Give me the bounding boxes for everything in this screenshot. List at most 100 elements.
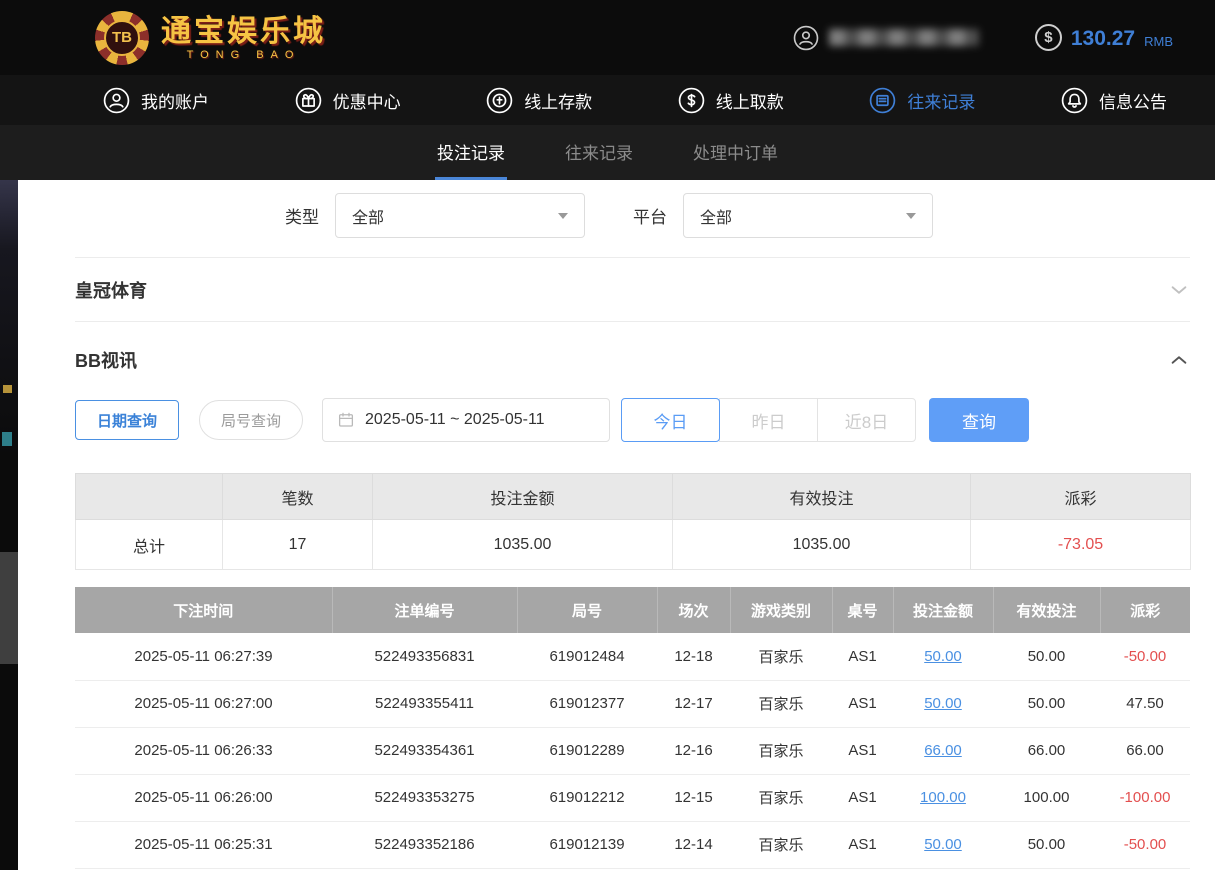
today-button[interactable]: 今日 — [621, 398, 720, 442]
platform-filter-label: 平台 — [633, 203, 667, 228]
summary-header-count: 笔数 — [223, 474, 373, 520]
strip-fragment — [3, 385, 12, 393]
cell-payout: 66.00 — [1100, 727, 1190, 774]
last-8-days-button[interactable]: 近8日 — [817, 398, 916, 442]
cell-bet: 100.00 — [893, 774, 993, 821]
cell-game: 百家乐 — [730, 633, 832, 680]
nav-label: 信息公告 — [1099, 88, 1167, 113]
search-button[interactable]: 查询 — [929, 398, 1029, 442]
cell-table-no: AS1 — [832, 821, 893, 868]
bet-amount-link[interactable]: 50.00 — [924, 648, 962, 665]
summary-bet-amount: 1035.00 — [373, 520, 673, 570]
bet-amount-link[interactable]: 66.00 — [924, 742, 962, 759]
summary-total-row: 总计 17 1035.00 1035.00 -73.05 — [76, 520, 1191, 570]
site-logo[interactable]: TB 通宝娱乐城 TONG BAO — [95, 11, 326, 65]
date-range-input[interactable]: 2025-05-11 ~ 2025-05-11 — [322, 398, 610, 442]
nav-item-promotions[interactable]: 优惠中心 — [295, 87, 401, 114]
table-row: 2025-05-11 06:27:39 522493356831 6190124… — [75, 633, 1190, 680]
nav-item-account[interactable]: 我的账户 — [103, 87, 209, 114]
bet-records-table: 下注时间 注单编号 局号 场次 游戏类别 桌号 投注金额 有效投注 派彩 202… — [75, 587, 1190, 869]
sub-tab-bar: 投注记录 往来记录 处理中订单 — [0, 125, 1215, 180]
type-filter-select[interactable]: 全部 — [335, 193, 585, 238]
cell-table-no: AS1 — [832, 633, 893, 680]
date-query-button[interactable]: 日期查询 — [75, 400, 179, 440]
cell-game: 百家乐 — [730, 727, 832, 774]
main-nav: 我的账户 优惠中心 线上存款 线上取款 往来记录 信息公告 — [0, 75, 1215, 125]
cell-time: 2025-05-11 06:27:00 — [75, 680, 332, 727]
nav-item-records[interactable]: 往来记录 — [869, 87, 975, 114]
bet-amount-link[interactable]: 50.00 — [924, 695, 962, 712]
col-bet-id: 注单编号 — [332, 587, 517, 633]
balance-currency: RMB — [1144, 34, 1173, 51]
nav-item-announcements[interactable]: 信息公告 — [1061, 87, 1167, 114]
section-title: 皇冠体育 — [75, 277, 147, 303]
cell-valid: 100.00 — [993, 774, 1100, 821]
cell-time: 2025-05-11 06:27:39 — [75, 633, 332, 680]
cell-payout: 47.50 — [1100, 680, 1190, 727]
cell-bet-id: 522493354361 — [332, 727, 517, 774]
summary-header-empty — [76, 474, 223, 520]
cell-round: 619012212 — [517, 774, 657, 821]
background-image-strip — [0, 180, 18, 870]
withdraw-coin-icon — [678, 87, 705, 114]
cell-bet: 50.00 — [893, 680, 993, 727]
cell-session: 12-18 — [657, 633, 730, 680]
round-query-button[interactable]: 局号查询 — [199, 400, 303, 440]
nav-item-withdraw[interactable]: 线上取款 — [678, 87, 784, 114]
col-valid-bet: 有效投注 — [993, 587, 1100, 633]
cell-time: 2025-05-11 06:26:33 — [75, 727, 332, 774]
records-icon — [869, 87, 896, 114]
user-avatar-icon — [793, 25, 819, 51]
cell-round: 619012377 — [517, 680, 657, 727]
section-crown-sports[interactable]: 皇冠体育 — [75, 257, 1190, 321]
cell-bet-id: 522493355411 — [332, 680, 517, 727]
chevron-down-icon — [906, 213, 916, 219]
cell-session: 12-16 — [657, 727, 730, 774]
cell-valid: 50.00 — [993, 680, 1100, 727]
summary-valid-bet: 1035.00 — [673, 520, 971, 570]
col-game-type: 游戏类别 — [730, 587, 832, 633]
date-preset-group: 今日 昨日 近8日 — [621, 398, 916, 442]
col-bet-time: 下注时间 — [75, 587, 332, 633]
dollar-icon: $ — [1035, 24, 1062, 51]
deposit-coin-icon — [486, 87, 513, 114]
cell-game: 百家乐 — [730, 774, 832, 821]
table-row: 2025-05-11 06:25:31 522493352186 6190121… — [75, 821, 1190, 868]
cell-time: 2025-05-11 06:25:31 — [75, 821, 332, 868]
user-info[interactable] — [793, 25, 979, 51]
user-icon — [103, 87, 130, 114]
table-row: 2025-05-11 06:27:00 522493355411 6190123… — [75, 680, 1190, 727]
platform-filter-select[interactable]: 全部 — [683, 193, 933, 238]
subtab-processing-orders[interactable]: 处理中订单 — [691, 125, 780, 180]
yesterday-button[interactable]: 昨日 — [719, 398, 818, 442]
query-controls: 日期查询 局号查询 2025-05-11 ~ 2025-05-11 今日 昨日 … — [75, 398, 1190, 442]
table-row: 2025-05-11 06:26:00 522493353275 6190122… — [75, 774, 1190, 821]
cell-round: 619012139 — [517, 821, 657, 868]
section-bb-video[interactable]: BB视讯 — [75, 321, 1190, 398]
subtab-transactions[interactable]: 往来记录 — [563, 125, 635, 180]
summary-table: 笔数 投注金额 有效投注 派彩 总计 17 1035.00 1035.00 -7… — [75, 473, 1191, 570]
main-content: 类型 全部 平台 全部 皇冠体育 BB视讯 — [18, 180, 1215, 870]
summary-total-label: 总计 — [76, 520, 223, 570]
nav-label: 往来记录 — [907, 88, 975, 113]
cell-table-no: AS1 — [832, 774, 893, 821]
logo-chip-text: TB — [104, 20, 140, 56]
chevron-down-icon — [1168, 279, 1190, 301]
strip-fragment — [0, 552, 18, 664]
type-filter-label: 类型 — [285, 203, 319, 228]
summary-header-row: 笔数 投注金额 有效投注 派彩 — [76, 474, 1191, 520]
topbar-right: $ 130.27 RMB — [793, 24, 1173, 51]
bet-amount-link[interactable]: 50.00 — [924, 836, 962, 853]
table-row: 2025-05-11 06:26:33 522493354361 6190122… — [75, 727, 1190, 774]
summary-header-payout: 派彩 — [971, 474, 1191, 520]
balance[interactable]: $ 130.27 RMB — [1035, 24, 1173, 51]
nav-item-deposit[interactable]: 线上存款 — [486, 87, 592, 114]
cell-game: 百家乐 — [730, 680, 832, 727]
nav-label: 我的账户 — [141, 88, 209, 113]
cell-valid: 50.00 — [993, 821, 1100, 868]
cell-payout: -50.00 — [1100, 821, 1190, 868]
subtab-bet-records[interactable]: 投注记录 — [435, 125, 507, 180]
cell-round: 619012484 — [517, 633, 657, 680]
bet-amount-link[interactable]: 100.00 — [920, 789, 966, 806]
cell-valid: 66.00 — [993, 727, 1100, 774]
